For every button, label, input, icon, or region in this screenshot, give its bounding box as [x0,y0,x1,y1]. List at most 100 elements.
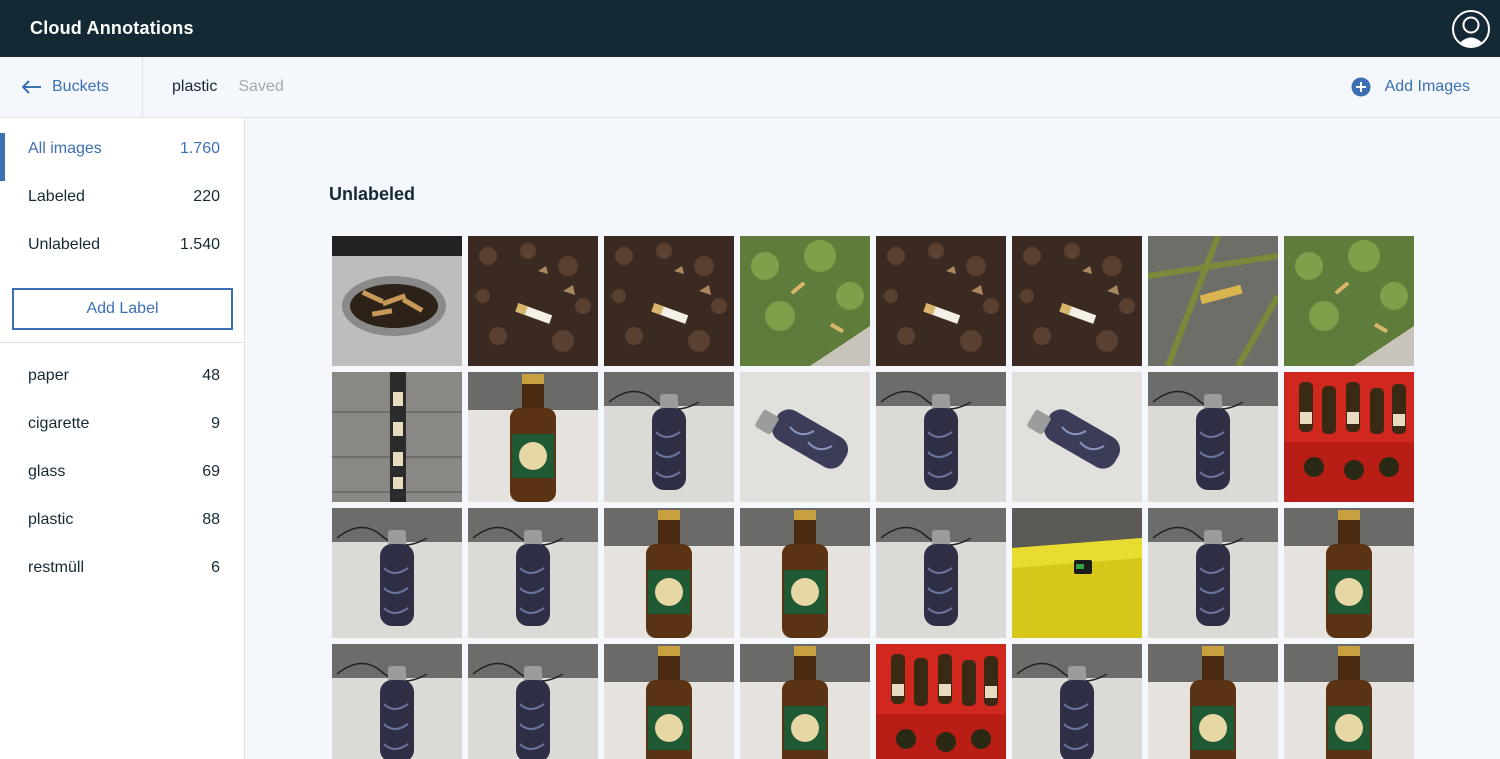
label-name: cigarette [28,415,90,432]
thumbnail-picture [332,236,462,366]
image-thumbnail[interactable] [1284,508,1414,638]
back-label: Buckets [52,78,109,95]
label-count: 9 [211,415,220,432]
image-thumbnail[interactable] [332,236,462,366]
image-thumbnail[interactable] [468,508,598,638]
thumbnail-picture [468,644,598,759]
bucket-name: plastic [172,78,218,95]
image-thumbnail[interactable] [1148,372,1278,502]
thumbnail-picture [1284,508,1414,638]
add-circle-icon [1351,77,1371,97]
thumbnail-picture [876,372,1006,502]
arrow-left-icon [22,80,42,94]
thumbnail-picture [740,372,870,502]
label-count: 69 [202,463,220,480]
image-thumbnail[interactable] [604,372,734,502]
thumbnail-picture [1284,644,1414,759]
filter-labeled[interactable]: Labeled 220 [0,173,244,221]
filter-count: 1.540 [179,236,220,253]
image-thumbnail[interactable] [876,644,1006,759]
thumbnail-picture [1148,372,1278,502]
sidebar: All images 1.760 Labeled 220 Unlabeled 1… [0,118,245,759]
label-item-plastic[interactable]: plastic 88 [0,496,244,544]
thumbnail-picture [1012,508,1142,638]
filter-label: All images [28,140,102,157]
image-thumbnail[interactable] [468,372,598,502]
image-thumbnail[interactable] [1284,372,1414,502]
section-title: Unlabeled [329,184,416,204]
image-thumbnail[interactable] [876,508,1006,638]
thumbnail-picture [740,236,870,366]
thumbnail-picture [604,508,734,638]
thumbnail-picture [876,644,1006,759]
image-thumbnail[interactable] [1148,644,1278,759]
image-thumbnail[interactable] [876,372,1006,502]
label-count: 88 [202,511,220,528]
thumbnail-picture [468,508,598,638]
add-images-label: Add Images [1384,78,1470,95]
add-images-button[interactable]: Add Images [1351,57,1470,117]
thumbnail-picture [1284,372,1414,502]
thumbnail-picture [1012,236,1142,366]
image-thumbnail[interactable] [1148,508,1278,638]
save-status: Saved [238,78,284,95]
thumbnail-picture [332,644,462,759]
image-thumbnail[interactable] [332,508,462,638]
label-item-restmuell[interactable]: restmüll 6 [0,544,244,592]
thumbnail-picture [1284,236,1414,366]
image-thumbnail[interactable] [1012,508,1142,638]
image-filters: All images 1.760 Labeled 220 Unlabeled 1… [0,118,244,269]
image-thumbnail[interactable] [876,236,1006,366]
image-grid [332,236,1414,759]
image-thumbnail[interactable] [468,236,598,366]
filter-count: 1.760 [179,140,220,157]
label-name: paper [28,367,69,384]
image-thumbnail[interactable] [604,508,734,638]
label-item-cigarette[interactable]: cigarette 9 [0,400,244,448]
image-thumbnail[interactable] [1012,644,1142,759]
filter-all-images[interactable]: All images 1.760 [0,125,244,181]
image-thumbnail[interactable] [332,372,462,502]
thumbnail-picture [604,236,734,366]
label-name: restmüll [28,559,85,576]
thumbnail-picture [468,236,598,366]
thumbnail-picture [1148,508,1278,638]
thumbnail-picture [740,644,870,759]
label-list: paper 48 cigarette 9 glass 69 plastic 88… [0,343,244,592]
image-thumbnail[interactable] [740,372,870,502]
image-thumbnail[interactable] [1284,644,1414,759]
thumbnail-picture [876,236,1006,366]
thumbnail-picture [332,372,462,502]
label-count: 6 [211,559,220,576]
add-label-button[interactable]: Add Label [12,288,233,330]
image-thumbnail[interactable] [1012,372,1142,502]
add-label-section: Add Label [0,269,244,343]
image-thumbnail[interactable] [1148,236,1278,366]
image-thumbnail[interactable] [1012,236,1142,366]
thumbnail-picture [1012,644,1142,759]
bucket-toolbar: Buckets plastic Saved Add Images [0,57,1500,118]
thumbnail-picture [740,508,870,638]
filter-count: 220 [193,188,220,205]
image-thumbnail[interactable] [1284,236,1414,366]
label-name: glass [28,463,66,480]
image-thumbnail[interactable] [740,644,870,759]
image-thumbnail[interactable] [604,236,734,366]
label-count: 48 [202,367,220,384]
main-content: Unlabeled [245,118,1500,759]
image-thumbnail[interactable] [468,644,598,759]
image-thumbnail[interactable] [604,644,734,759]
app-header: Cloud Annotations [0,0,1500,57]
app-title: Cloud Annotations [30,18,194,38]
back-to-buckets-button[interactable]: Buckets [0,57,143,117]
image-thumbnail[interactable] [740,236,870,366]
label-item-paper[interactable]: paper 48 [0,352,244,400]
user-avatar-icon[interactable] [1452,9,1490,48]
filter-label: Labeled [28,188,85,205]
image-thumbnail[interactable] [332,644,462,759]
thumbnail-picture [604,372,734,502]
image-thumbnail[interactable] [740,508,870,638]
thumbnail-picture [1148,236,1278,366]
filter-unlabeled[interactable]: Unlabeled 1.540 [0,221,244,269]
label-item-glass[interactable]: glass 69 [0,448,244,496]
